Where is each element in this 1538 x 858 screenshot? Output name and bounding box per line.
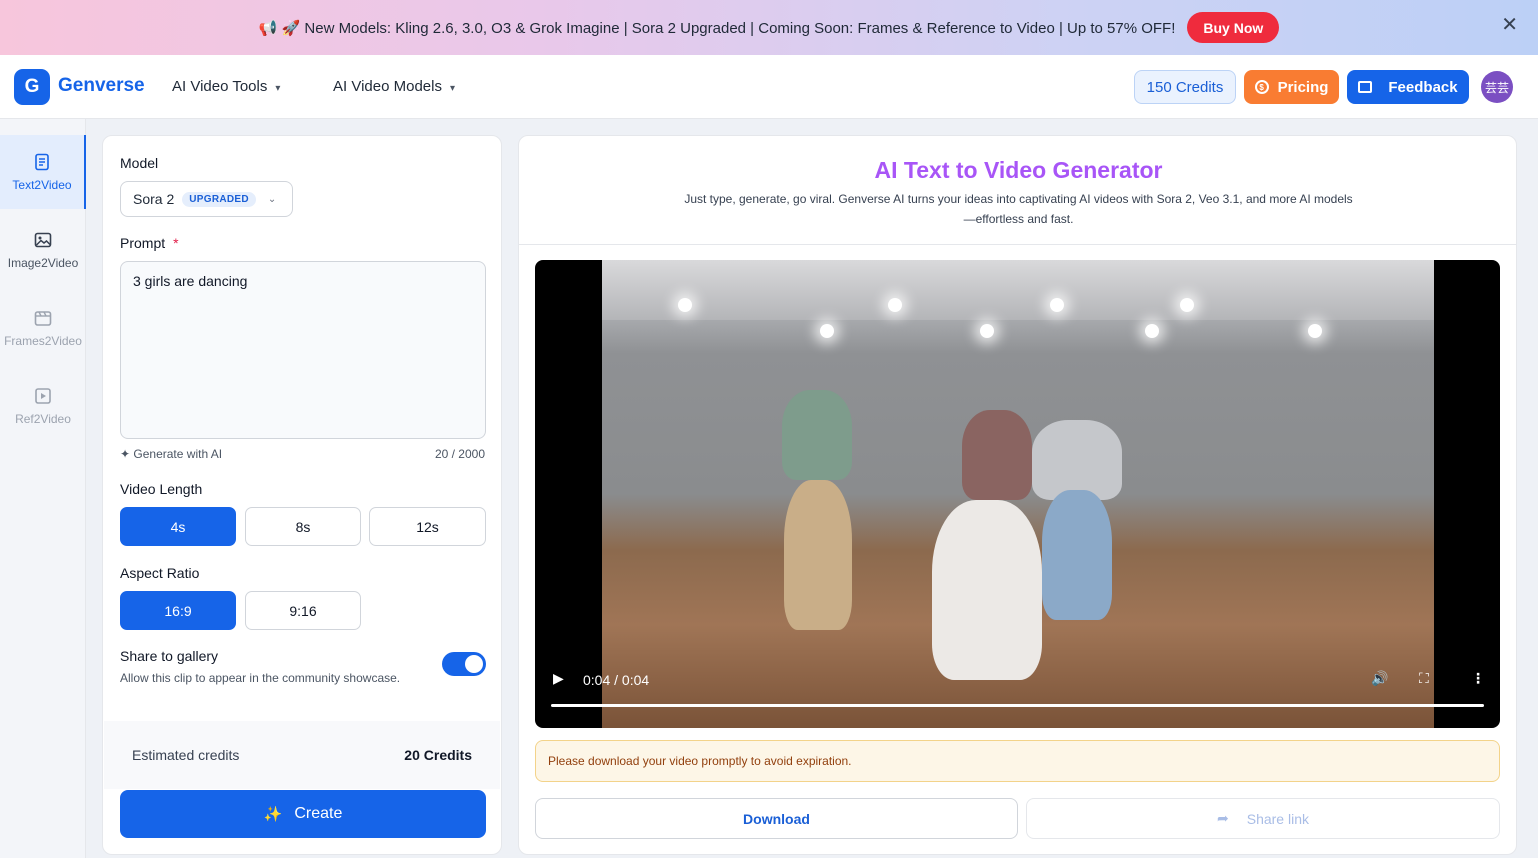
share-link-label: Share link <box>1246 810 1309 827</box>
ceiling-light <box>1308 324 1322 338</box>
sidebar: Text2Video Image2Video Frames2Video Ref2… <box>0 119 86 858</box>
coin-icon: $ <box>1254 80 1269 94</box>
credits-badge[interactable]: 150 Credits <box>1134 70 1236 104</box>
dancer-figure <box>1042 490 1112 620</box>
prompt-input[interactable]: 3 girls are dancing <box>120 261 486 439</box>
length-option-12s[interactable]: 12s <box>369 507 486 546</box>
sidebar-item-image2video[interactable]: Image2Video <box>0 213 86 287</box>
promo-text: 📢 🚀 New Models: Kling 2.6, 3.0, O3 & Gro… <box>258 19 1176 37</box>
ceiling-light <box>1145 324 1159 338</box>
create-button[interactable]: ✨ Create <box>120 790 486 838</box>
download-button[interactable]: Download <box>535 798 1018 839</box>
prompt-label-text: Prompt <box>120 235 166 251</box>
sidebar-item-label: Frames2Video <box>4 333 82 348</box>
image-icon <box>34 232 52 247</box>
promo-banner: 📢 🚀 New Models: Kling 2.6, 3.0, O3 & Gro… <box>0 0 1538 55</box>
volume-icon[interactable]: 🔊 <box>1371 670 1388 687</box>
chevron-down-icon: ⌄ <box>267 193 277 205</box>
ratio-option-16-9[interactable]: 16:9 <box>120 591 236 630</box>
brand-name[interactable]: Genverse <box>58 75 145 97</box>
sidebar-item-label: Text2Video <box>12 177 72 192</box>
sparkle-icon: ✦ <box>120 447 131 461</box>
generate-with-ai-label: Generate with AI <box>133 447 223 461</box>
dancer-figure <box>782 390 852 480</box>
char-counter: 20 / 2000 <box>434 447 485 461</box>
ceiling-light <box>980 324 994 338</box>
video-length-label: Video Length <box>120 481 203 497</box>
sidebar-item-ref2video[interactable]: Ref2Video <box>0 369 86 443</box>
ceiling-light <box>820 324 834 338</box>
page-subtitle: Just type, generate, go viral. Genverse … <box>684 192 1353 226</box>
ratio-option-9-16[interactable]: 9:16 <box>245 591 361 630</box>
play-icon[interactable]: ▶ <box>553 670 564 687</box>
video-progress-bar[interactable] <box>551 704 1484 707</box>
ceiling-light <box>678 298 692 312</box>
document-icon <box>35 153 49 170</box>
buy-now-button[interactable]: Buy Now <box>1187 12 1280 43</box>
chevron-down-icon: ▾ <box>449 83 455 94</box>
share-gallery-toggle[interactable] <box>442 652 486 676</box>
estimated-credits-value: 20 Credits <box>404 747 472 763</box>
frames-icon <box>34 310 52 326</box>
sidebar-item-text2video[interactable]: Text2Video <box>0 135 86 209</box>
sidebar-item-label: Image2Video <box>7 255 79 270</box>
model-label: Model <box>120 155 159 171</box>
length-option-4s[interactable]: 4s <box>120 507 236 546</box>
nav-label: AI Video Tools <box>172 78 268 95</box>
video-player[interactable]: ▶ 0:04 / 0:04 🔊 ⛶ ⋮ <box>535 260 1500 728</box>
sidebar-item-frames2video[interactable]: Frames2Video <box>0 291 86 365</box>
video-time: 0:04 / 0:04 <box>583 672 650 688</box>
nav-ai-video-tools[interactable]: AI Video Tools ▾ <box>172 78 280 95</box>
ceiling-light <box>888 298 902 312</box>
nav-ai-video-models[interactable]: AI Video Models ▾ <box>333 78 455 95</box>
chevron-down-icon: ▾ <box>275 83 281 94</box>
pricing-label: Pricing <box>1277 78 1329 96</box>
sidebar-item-label: Ref2Video <box>15 411 71 426</box>
studio-ceiling <box>602 260 1434 320</box>
model-value: Sora 2 <box>133 191 175 207</box>
avatar[interactable]: 芸芸 <box>1481 71 1513 103</box>
upgraded-badge: UPGRADED <box>182 191 256 207</box>
divider <box>519 244 1516 245</box>
ceiling-light <box>1050 298 1064 312</box>
more-options-icon[interactable]: ⋮ <box>1471 670 1485 687</box>
estimated-credits-label: Estimated credits <box>132 747 240 763</box>
feedback-button[interactable]: Feedback <box>1347 70 1469 104</box>
length-option-8s[interactable]: 8s <box>245 507 361 546</box>
ceiling-light <box>1180 298 1194 312</box>
required-mark: * <box>173 235 179 251</box>
toggle-knob <box>465 655 483 673</box>
aspect-ratio-label: Aspect Ratio <box>120 565 200 581</box>
share-gallery-desc: Allow this clip to appear in the communi… <box>120 671 401 685</box>
share-gallery-title: Share to gallery <box>120 648 219 664</box>
dancer-figure <box>932 500 1042 680</box>
top-header: G Genverse AI Video Tools ▾ AI Video Mode… <box>0 55 1538 119</box>
page-title: AI Text to Video Generator <box>874 157 1163 183</box>
dancer-figure <box>1032 420 1122 500</box>
dancer-figure <box>962 410 1032 500</box>
share-arrow-icon: ➦ <box>1217 810 1229 826</box>
generation-form: Model Sora 2 UPGRADED ⌄ Prompt * 3 girls … <box>102 135 502 855</box>
pricing-button[interactable]: $ Pricing <box>1244 70 1339 104</box>
expiration-notice: Please download your video promptly to a… <box>535 740 1500 782</box>
feedback-label: Feedback <box>1388 78 1458 96</box>
sparkle-icon: ✨ <box>263 806 283 823</box>
video-frame <box>602 260 1434 728</box>
generate-with-ai-link[interactable]: ✦ Generate with AI <box>120 447 222 461</box>
logo-icon[interactable]: G <box>14 69 50 105</box>
close-icon[interactable]: ✕ <box>1501 12 1518 37</box>
message-icon <box>1358 81 1373 93</box>
dancer-figure <box>784 480 852 630</box>
play-square-icon <box>35 387 51 404</box>
create-label: Create <box>294 805 343 822</box>
share-link-button[interactable]: ➦ Share link <box>1026 798 1500 839</box>
prompt-label: Prompt * <box>120 235 179 251</box>
result-panel: AI Text to Video Generator Just type, ge… <box>518 135 1517 855</box>
model-select[interactable]: Sora 2 UPGRADED ⌄ <box>120 181 293 217</box>
fullscreen-icon[interactable]: ⛶ <box>1419 670 1429 687</box>
nav-label: AI Video Models <box>333 78 442 95</box>
